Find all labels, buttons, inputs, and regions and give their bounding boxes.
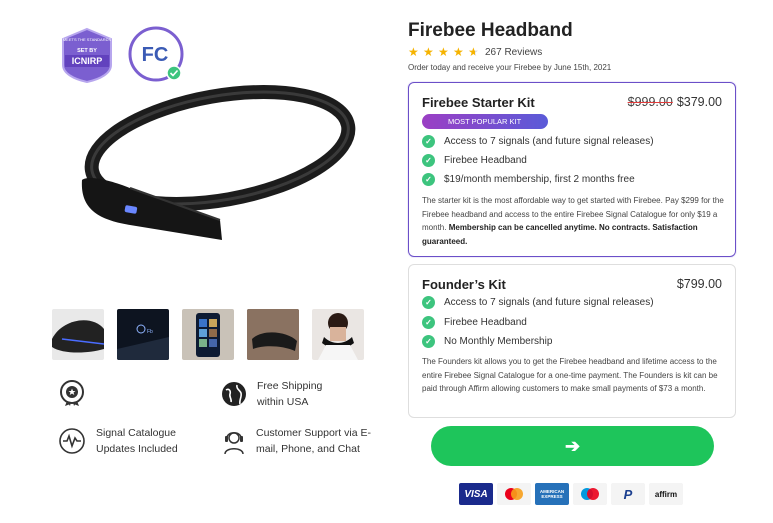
- check-icon: ✓: [422, 316, 435, 329]
- star-icon: ★: [423, 45, 434, 59]
- feature-customer-support: Customer Support via E-mail, Phone, and …: [219, 425, 376, 457]
- founder-bullet: ✓ Access to 7 signals (and future signal …: [422, 296, 654, 309]
- star-icon: ★: [438, 45, 449, 59]
- product-rating[interactable]: ★ ★ ★ ★ ★ 267 Reviews: [408, 45, 542, 59]
- amex-icon: AMERICAN EXPRESS: [535, 483, 569, 505]
- feature-free-shipping-text: Free Shipping within USA: [257, 380, 323, 408]
- feature-signal-catalogue-text: Signal Catalogue Updates Included: [96, 427, 178, 455]
- icnirp-mid-text: SET BY: [77, 48, 97, 54]
- founder-bullet: ✓ Firebee Headband: [422, 316, 527, 329]
- founder-kit-price: $799.00: [676, 277, 722, 291]
- product-title: Firebee Headband: [408, 20, 573, 41]
- fcc-text: FC: [142, 44, 169, 66]
- mastercard-icon: [497, 483, 531, 505]
- starter-kit-price: $999.00 $379.00: [628, 95, 722, 109]
- check-icon: ✓: [422, 154, 435, 167]
- award-icon: [57, 378, 87, 408]
- thumbnail-band-closeup[interactable]: [52, 309, 104, 360]
- starter-bullet: ✓ Firebee Headband: [422, 154, 527, 167]
- check-icon: ✓: [422, 335, 435, 348]
- fcc-badge: FC: [128, 26, 184, 82]
- signal-icon: [57, 426, 87, 456]
- add-to-cart-button[interactable]: ➔: [431, 426, 714, 466]
- feature-award: [57, 378, 87, 408]
- founder-bullet: ✓ No Monthly Membership: [422, 335, 552, 348]
- starter-bullet: ✓ Access to 7 signals (and future signal …: [422, 135, 654, 148]
- check-icon: ✓: [422, 296, 435, 309]
- globe-icon: [219, 379, 249, 409]
- affirm-icon: affirm: [649, 483, 683, 505]
- icnirp-top-text: MEETS THE STANDARDS: [63, 37, 112, 42]
- payment-methods: VISA AMERICAN EXPRESS P affirm: [459, 483, 683, 505]
- starter-kit-name: Firebee Starter Kit: [422, 95, 535, 110]
- feature-free-shipping: Free Shipping within USA: [219, 378, 337, 410]
- check-icon: ✓: [422, 173, 435, 186]
- starter-kit-old-price: $999.00: [627, 95, 673, 109]
- icnirp-badge: MEETS THE STANDARDS SET BY ICNIRP: [62, 27, 112, 83]
- founder-kit-name: Founder’s Kit: [422, 277, 506, 292]
- star-icon: ★: [453, 45, 464, 59]
- starter-kit-new-price: $379.00: [676, 95, 722, 109]
- founder-description: The Founders kit allows you to get the F…: [422, 357, 718, 393]
- reviews-count[interactable]: 267 Reviews: [485, 47, 542, 58]
- feature-customer-support-text: Customer Support via E-mail, Phone, and …: [256, 427, 371, 455]
- half-star-icon: ★: [468, 45, 482, 59]
- starter-description: The starter kit is the most affordable w…: [422, 196, 724, 246]
- visa-icon: VISA: [459, 483, 493, 505]
- maestro-icon: [573, 483, 607, 505]
- product-image: [81, 85, 356, 240]
- svg-text:Fb: Fb: [147, 329, 153, 335]
- check-icon: ✓: [422, 135, 435, 148]
- delivery-estimate: Order today and receive your Firebee by …: [408, 63, 612, 72]
- paypal-icon: P: [611, 483, 645, 505]
- founder-kit-option[interactable]: Founder’s Kit $799.00 ✓ Access to 7 signa…: [408, 264, 736, 418]
- icnirp-main-text: ICNIRP: [72, 56, 103, 66]
- thumbnail-phone-app[interactable]: [182, 309, 234, 360]
- most-popular-badge: MOST POPULAR KIT: [422, 114, 548, 129]
- thumbnail-band-worn[interactable]: [247, 309, 299, 360]
- starter-description-bold: Membership can be cancelled anytime. No …: [422, 223, 698, 246]
- thumbnail-person-wearing[interactable]: [312, 309, 364, 360]
- star-icon: ★: [408, 45, 419, 59]
- thumbnail-band-on-surface[interactable]: Fb: [117, 309, 169, 360]
- headset-icon: [219, 426, 249, 456]
- feature-signal-catalogue: Signal Catalogue Updates Included: [57, 425, 191, 457]
- starter-kit-option[interactable]: Firebee Starter Kit $999.00 $379.00 MOST …: [408, 82, 736, 257]
- starter-bullet: ✓ $19/month membership, first 2 months fr…: [422, 173, 635, 186]
- arrow-right-icon: ➔: [564, 435, 581, 456]
